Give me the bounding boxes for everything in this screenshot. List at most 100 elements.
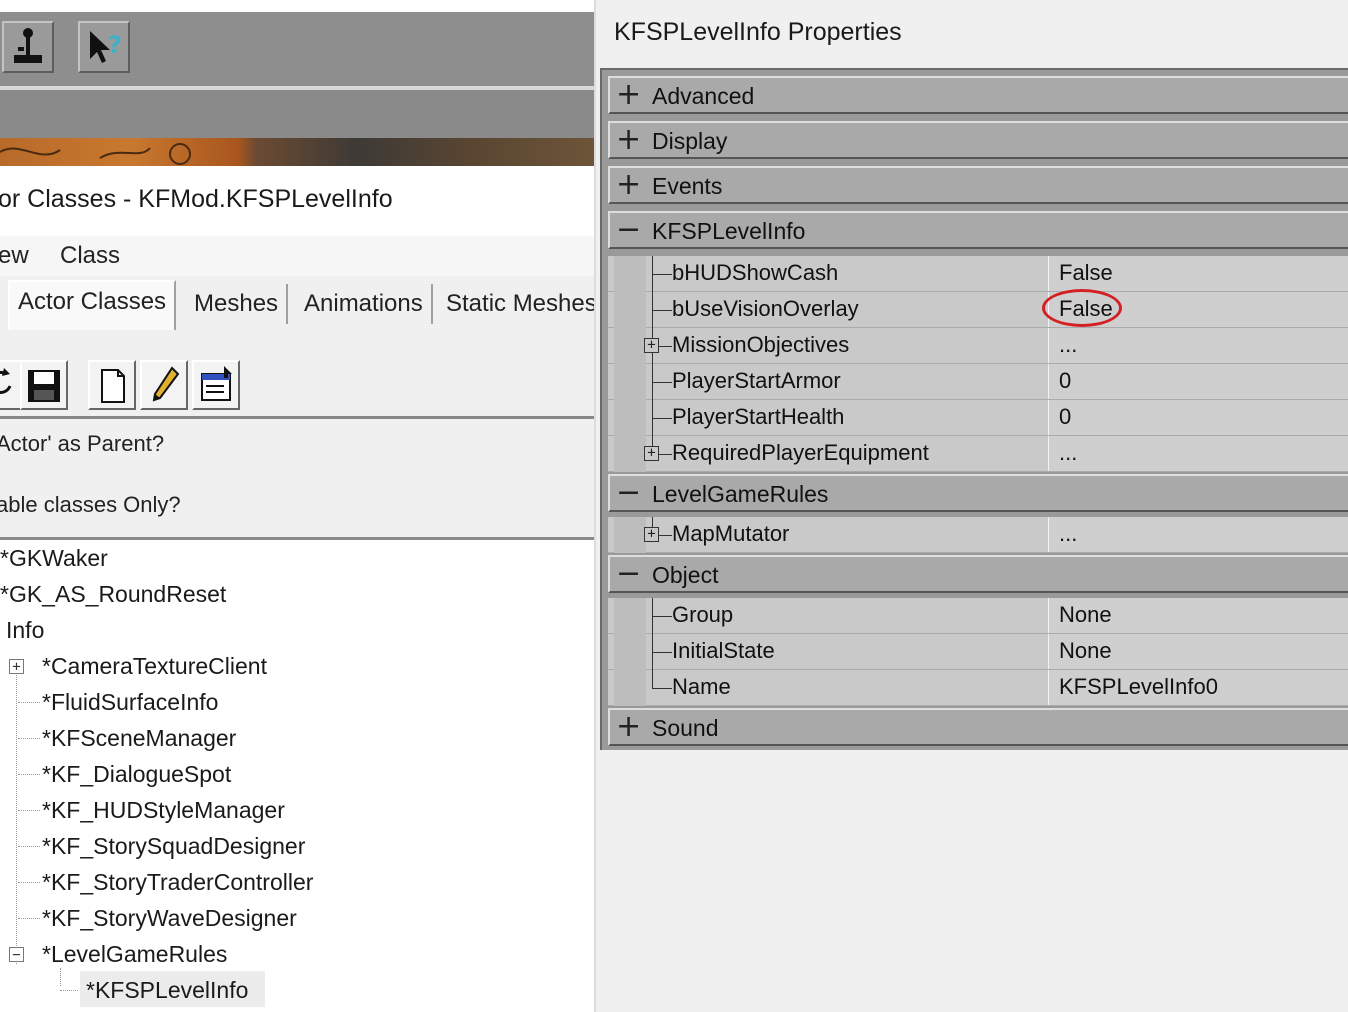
tree-item[interactable]: *FluidSurfaceInfo	[42, 686, 218, 718]
new-class-button[interactable]	[88, 360, 136, 410]
row-indent	[614, 436, 646, 472]
property-row[interactable]: PlayerStartHealth 0	[608, 400, 1348, 436]
tab-static-meshes[interactable]: Static Meshes	[438, 284, 596, 324]
expand-icon[interactable]: +	[644, 527, 659, 542]
tree-connector	[652, 670, 672, 706]
tree-connector	[18, 702, 40, 703]
floppy-disk-icon	[28, 370, 60, 402]
new-document-icon	[101, 369, 125, 403]
properties-window: KFSPLevelInfo Properties + Advanced + Di…	[594, 0, 1348, 1012]
actor-tool-button[interactable]	[2, 21, 54, 73]
category-object[interactable]: − Object	[608, 555, 1348, 593]
tree-item[interactable]: *GKWaker	[0, 542, 108, 574]
tree-connector	[652, 364, 672, 400]
property-value[interactable]: KFSPLevelInfo0	[1048, 670, 1348, 705]
tree-connector	[18, 774, 40, 775]
tree-item-levelgamerules[interactable]: *LevelGameRules	[42, 938, 227, 970]
category-label: Advanced	[652, 83, 755, 109]
property-value[interactable]: ...	[1048, 517, 1348, 552]
category-label: LevelGameRules	[652, 481, 829, 507]
expand-icon[interactable]: +	[644, 338, 659, 353]
property-row[interactable]: bHUDShowCash False	[608, 256, 1348, 292]
option-actor-parent[interactable]: Actor' as Parent?	[0, 431, 164, 457]
expand-icon: +	[616, 167, 642, 202]
expand-icon[interactable]: +	[9, 659, 24, 674]
category-label: Sound	[652, 715, 719, 741]
editor-toolbar: ?	[0, 12, 596, 86]
row-indent	[614, 670, 646, 706]
property-value[interactable]: ...	[1048, 436, 1348, 471]
property-name: MissionObjectives	[672, 332, 850, 357]
edit-script-button[interactable]	[140, 360, 188, 410]
property-name: Group	[672, 602, 734, 627]
default-properties-button[interactable]	[192, 360, 240, 410]
property-name: Name	[672, 674, 731, 699]
property-name: PlayerStartArmor	[672, 368, 841, 393]
tree-connector	[18, 738, 40, 739]
menu-view[interactable]: ew	[0, 242, 29, 270]
property-row[interactable]: PlayerStartArmor 0	[608, 364, 1348, 400]
tree-connector: +	[644, 436, 672, 472]
tab-animations[interactable]: Animations	[296, 284, 433, 324]
row-indent	[614, 364, 646, 400]
category-kfsplevelinfo[interactable]: − KFSPLevelInfo	[608, 211, 1348, 249]
property-value[interactable]: None	[1048, 634, 1348, 669]
viewport-bar	[0, 86, 596, 138]
collapse-icon[interactable]: −	[9, 947, 24, 962]
context-help-button[interactable]: ?	[78, 21, 130, 73]
tree-connector	[652, 598, 672, 634]
tree-item[interactable]: *KF_StoryTraderController	[42, 866, 313, 898]
collapse-icon: −	[616, 556, 642, 591]
tab-actor-classes[interactable]: Actor Classes	[8, 280, 177, 330]
tree-item-info[interactable]: Info	[6, 614, 44, 646]
property-row[interactable]: Name KFSPLevelInfo0	[608, 670, 1348, 706]
property-name: PlayerStartHealth	[672, 404, 845, 429]
property-value[interactable]: False	[1048, 256, 1348, 291]
tree-connector	[16, 664, 17, 964]
property-value[interactable]: None	[1048, 598, 1348, 633]
property-value[interactable]: 0	[1048, 400, 1348, 435]
property-row[interactable]: bUseVisionOverlay False	[608, 292, 1348, 328]
row-indent	[614, 256, 646, 292]
property-value[interactable]: 0	[1048, 364, 1348, 399]
option-placeable-only[interactable]: able classes Only?	[0, 492, 181, 518]
tree-item[interactable]: *KFSceneManager	[42, 722, 236, 754]
property-row[interactable]: + RequiredPlayerEquipment ...	[608, 436, 1348, 472]
category-label: Object	[652, 562, 719, 588]
properties-window-icon	[201, 366, 232, 401]
property-row[interactable]: InitialState None	[608, 634, 1348, 670]
category-sound[interactable]: + Sound	[608, 708, 1348, 746]
tree-item[interactable]: *KF_StoryWaveDesigner	[42, 902, 297, 934]
tree-connector	[60, 990, 78, 991]
property-row[interactable]: Group None	[608, 598, 1348, 634]
tree-item[interactable]: *KF_DialogueSpot	[42, 758, 231, 790]
tree-item[interactable]: *KF_HUDStyleManager	[42, 794, 285, 826]
expand-icon[interactable]: +	[644, 446, 659, 461]
tree-connector	[652, 634, 672, 670]
tab-meshes[interactable]: Meshes	[186, 284, 289, 324]
tree-item[interactable]: *KF_StorySquadDesigner	[42, 830, 305, 862]
tree-connector	[18, 918, 40, 919]
category-events[interactable]: + Events	[608, 166, 1348, 204]
tree-item[interactable]: *GK_AS_RoundReset	[0, 578, 226, 610]
property-value[interactable]: ...	[1048, 328, 1348, 363]
row-indent	[614, 598, 646, 634]
property-row[interactable]: + MapMutator ...	[608, 517, 1348, 553]
browser-tabs: Actor Classes Meshes Animations Static M…	[0, 276, 596, 355]
pointer-help-icon: ?	[90, 31, 122, 63]
menu-class[interactable]: Class	[60, 242, 120, 270]
tree-connector	[652, 256, 672, 292]
tree-item-selected[interactable]: *KFSPLevelInfo	[86, 974, 248, 1006]
pencil-icon	[152, 366, 180, 402]
tree-connector: +	[644, 517, 672, 553]
category-levelgamerules[interactable]: − LevelGameRules	[608, 474, 1348, 512]
tree-connector: +	[644, 328, 672, 364]
save-button[interactable]	[20, 360, 68, 410]
window-title: or Classes - KFMod.KFSPLevelInfo	[0, 185, 393, 213]
category-display[interactable]: + Display	[608, 121, 1348, 159]
svg-text:?: ?	[108, 31, 122, 59]
tree-item[interactable]: *CameraTextureClient	[42, 650, 267, 682]
property-row[interactable]: + MissionObjectives ...	[608, 328, 1348, 364]
category-advanced[interactable]: + Advanced	[608, 76, 1348, 114]
category-label: Display	[652, 128, 728, 154]
